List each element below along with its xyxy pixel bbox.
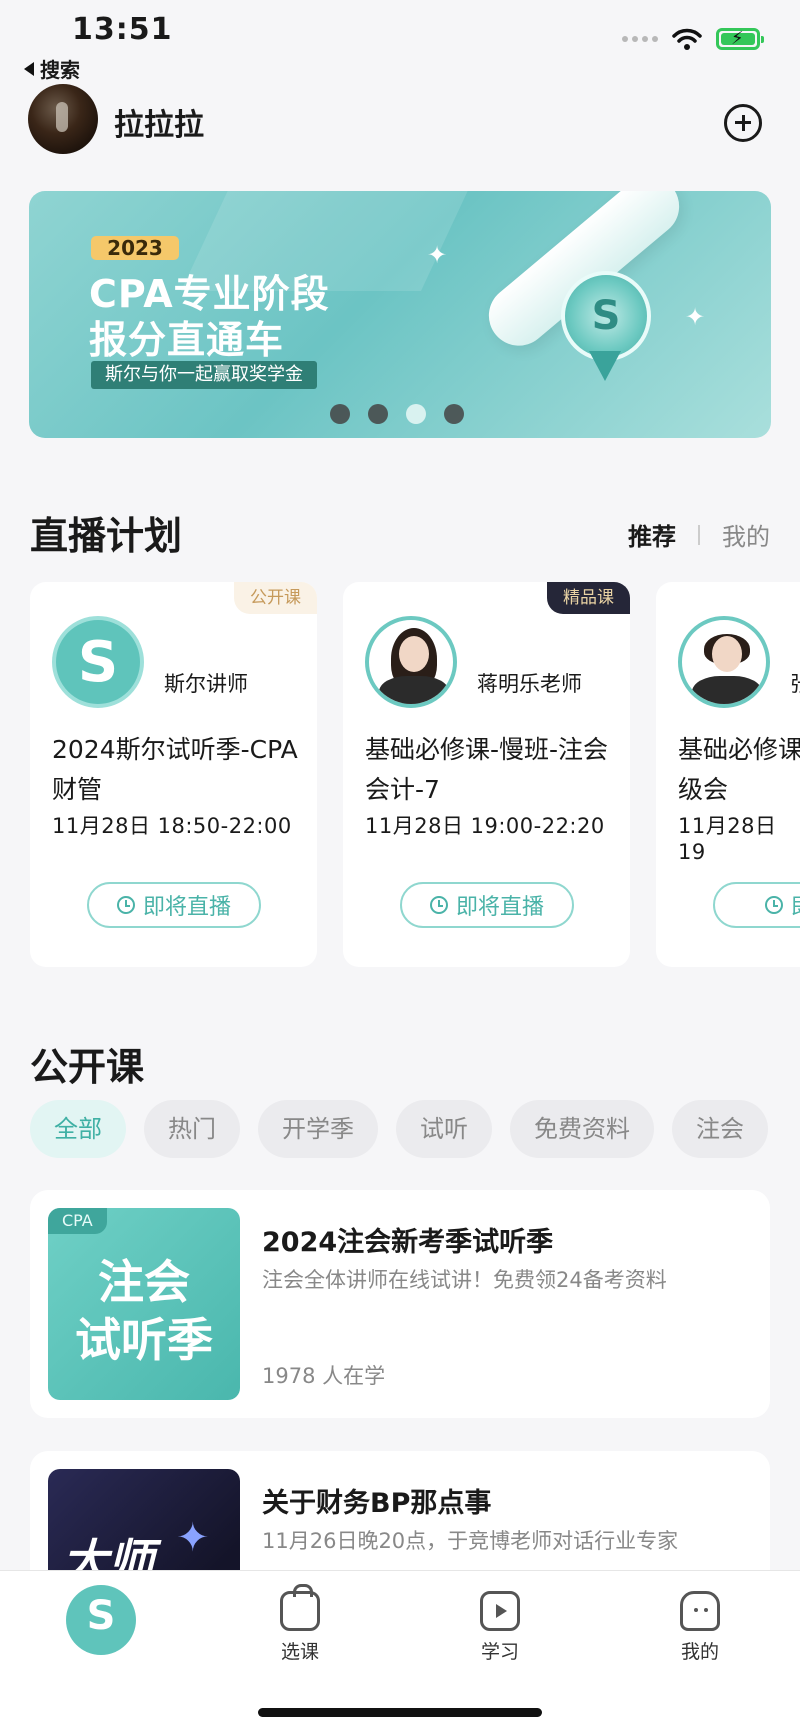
- chip-hot[interactable]: 热门: [144, 1100, 240, 1158]
- live-time: 11月28日 19:00-22:20: [365, 814, 605, 838]
- button-label: 即将: [791, 889, 800, 921]
- username: 拉拉拉: [114, 108, 204, 143]
- status-time: 13:51: [72, 12, 173, 47]
- back-label: 搜索: [40, 58, 80, 82]
- profile-icon: [680, 1591, 720, 1631]
- page-dot[interactable]: [368, 404, 388, 424]
- live-card[interactable]: 张 基础必修课-班-初级会 11月28日 19 即将: [656, 582, 800, 967]
- teacher-name: 张: [790, 668, 800, 698]
- home-indicator: [258, 1708, 542, 1717]
- chip-all[interactable]: 全部: [30, 1100, 126, 1158]
- back-arrow-icon: [24, 61, 34, 76]
- banner-pagination[interactable]: [330, 404, 464, 424]
- page-dot-active[interactable]: [406, 404, 426, 424]
- tab-mine[interactable]: 我的: [722, 517, 770, 552]
- upcoming-live-button[interactable]: 即将直播: [87, 882, 261, 928]
- page-dot[interactable]: [330, 404, 350, 424]
- course-description: 注会全体讲师在线试讲！免费领24备考资料: [262, 1268, 667, 1292]
- banner-year-badge: 2023: [91, 236, 179, 260]
- user-avatar[interactable]: [28, 84, 98, 154]
- thumbnail-line2: 试听季: [75, 1313, 213, 1367]
- live-time: 11月28日 18:50-22:00: [52, 814, 292, 838]
- clock-icon: [116, 896, 135, 914]
- course-title: 关于财务BP那点事: [262, 1488, 492, 1519]
- wifi-icon: [672, 28, 702, 50]
- course-title: 2024注会新考季试听季: [262, 1227, 554, 1258]
- teacher-name: 斯尔讲师: [164, 672, 248, 696]
- tab-label: 我的: [680, 1641, 719, 1663]
- live-card[interactable]: 精品课 蒋明乐老师 基础必修课-慢班-注会会计-7 11月28日 19:00-2…: [343, 582, 630, 967]
- tab-study[interactable]: 学习: [450, 1591, 550, 1664]
- chip-cpa[interactable]: 注会: [672, 1100, 768, 1158]
- promo-banner[interactable]: 2023 CPA专业阶段 报分直通车 斯尔与你一起赢取奖学金 S ✦ ✦: [29, 191, 771, 438]
- tab-divider: [698, 524, 700, 545]
- button-label: 即将直播: [142, 895, 231, 920]
- course-card[interactable]: CPA 注会 试听季 2024注会新考季试听季 注会全体讲师在线试讲！免费领24…: [30, 1190, 770, 1418]
- status-indicators: ⚡: [622, 28, 764, 50]
- live-title: 基础必修课-班-初级会: [678, 735, 800, 804]
- back-to-search[interactable]: 搜索: [24, 54, 80, 83]
- banner-title-line2: 报分直通车: [89, 318, 285, 362]
- ribbon-icon: [589, 351, 621, 381]
- tab-label: 学习: [480, 1641, 519, 1663]
- banner-subtitle: 斯尔与你一起赢取奖学金: [91, 361, 317, 389]
- live-time: 11月28日 19: [678, 814, 777, 864]
- sparkle-icon: ✦: [427, 241, 448, 269]
- tab-courses[interactable]: 选课: [250, 1584, 350, 1664]
- teacher-avatar: S: [52, 616, 144, 708]
- tab-mine[interactable]: 我的: [650, 1591, 750, 1664]
- shopping-bag-icon: [280, 1584, 320, 1631]
- star-icon: ✦: [176, 1515, 210, 1561]
- battery-charging-icon: ⚡: [716, 28, 764, 50]
- chip-free-materials[interactable]: 免费资料: [510, 1100, 654, 1158]
- live-title: 基础必修课-慢班-注会会计-7: [365, 735, 609, 804]
- sparkle-icon: ✦: [685, 303, 706, 331]
- medal-icon: S: [561, 271, 651, 361]
- thumbnail-tag: CPA: [48, 1208, 107, 1234]
- card-tag: 公开课: [234, 582, 317, 614]
- tab-recommend[interactable]: 推荐: [628, 517, 676, 552]
- teacher-avatar: [365, 616, 457, 708]
- page-dot[interactable]: [444, 404, 464, 424]
- home-tab[interactable]: S: [66, 1585, 136, 1655]
- upcoming-live-button[interactable]: 即将直播: [400, 882, 574, 928]
- chip-trial[interactable]: 试听: [396, 1100, 492, 1158]
- clock-icon: [764, 896, 783, 914]
- upcoming-live-button[interactable]: 即将: [713, 882, 800, 928]
- teacher-name: 蒋明乐老师: [477, 672, 582, 696]
- course-thumbnail: CPA 注会 试听季: [48, 1208, 240, 1400]
- chip-semester[interactable]: 开学季: [258, 1100, 378, 1158]
- live-filter-tabs: 推荐 我的: [628, 517, 770, 552]
- live-card[interactable]: 公开课 S 斯尔讲师 2024斯尔试听季-CPA财管 11月28日 18:50-…: [30, 582, 317, 967]
- public-section-title: 公开课: [30, 1045, 145, 1089]
- live-title: 2024斯尔试听季-CPA财管: [52, 735, 298, 804]
- signal-icon: [622, 36, 658, 42]
- category-chips: 全部 热门 开学季 试听 免费资料 注会: [30, 1100, 768, 1158]
- card-tag: 精品课: [547, 582, 630, 614]
- learner-count: 1978 人在学: [262, 1364, 386, 1388]
- tab-label: 选课: [280, 1641, 319, 1663]
- add-button[interactable]: [724, 104, 762, 142]
- teacher-avatar: [678, 616, 770, 708]
- thumbnail-line1: 注会: [98, 1255, 190, 1309]
- live-section-title: 直播计划: [30, 514, 183, 558]
- course-description: 11月26日晚20点，于竞博老师对话行业专家: [262, 1529, 679, 1553]
- button-label: 即将直播: [455, 895, 544, 920]
- play-icon: [480, 1591, 520, 1631]
- clock-icon: [429, 896, 448, 914]
